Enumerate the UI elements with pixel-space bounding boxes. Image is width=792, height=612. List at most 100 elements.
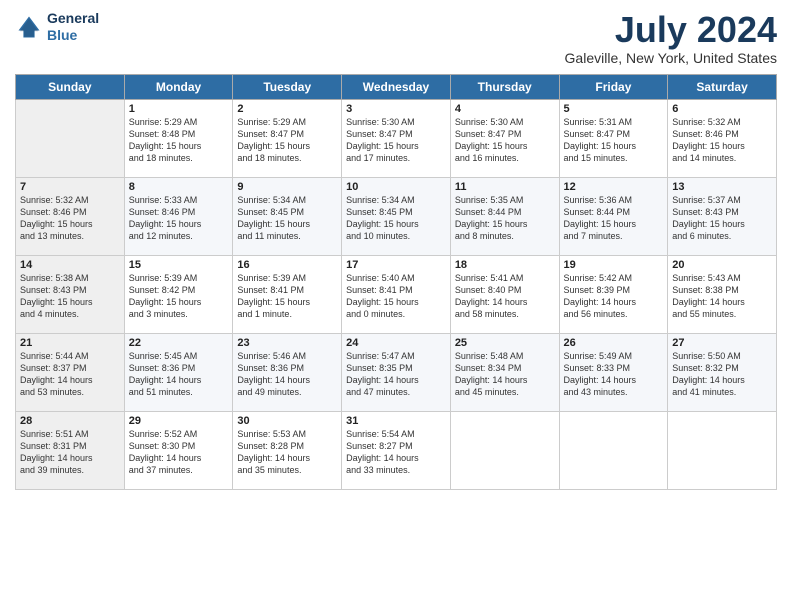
calendar-week-row: 14Sunrise: 5:38 AM Sunset: 8:43 PM Dayli… bbox=[16, 255, 777, 333]
day-info: Sunrise: 5:46 AM Sunset: 8:36 PM Dayligh… bbox=[237, 350, 337, 399]
day-info: Sunrise: 5:42 AM Sunset: 8:39 PM Dayligh… bbox=[564, 272, 664, 321]
calendar-header-row: Sunday Monday Tuesday Wednesday Thursday… bbox=[16, 74, 777, 99]
calendar-day-cell: 15Sunrise: 5:39 AM Sunset: 8:42 PM Dayli… bbox=[124, 255, 233, 333]
calendar-day-cell bbox=[559, 411, 668, 489]
calendar-day-cell: 6Sunrise: 5:32 AM Sunset: 8:46 PM Daylig… bbox=[668, 99, 777, 177]
calendar-day-cell: 13Sunrise: 5:37 AM Sunset: 8:43 PM Dayli… bbox=[668, 177, 777, 255]
logo-text: General Blue bbox=[47, 10, 99, 44]
day-number: 8 bbox=[129, 181, 229, 193]
calendar-week-row: 21Sunrise: 5:44 AM Sunset: 8:37 PM Dayli… bbox=[16, 333, 777, 411]
day-info: Sunrise: 5:47 AM Sunset: 8:35 PM Dayligh… bbox=[346, 350, 446, 399]
calendar-day-cell: 14Sunrise: 5:38 AM Sunset: 8:43 PM Dayli… bbox=[16, 255, 125, 333]
logo: General Blue bbox=[15, 10, 99, 44]
day-number: 15 bbox=[129, 259, 229, 271]
day-number: 21 bbox=[20, 337, 120, 349]
day-number: 6 bbox=[672, 103, 772, 115]
day-number: 5 bbox=[564, 103, 664, 115]
calendar-day-cell: 18Sunrise: 5:41 AM Sunset: 8:40 PM Dayli… bbox=[450, 255, 559, 333]
day-info: Sunrise: 5:31 AM Sunset: 8:47 PM Dayligh… bbox=[564, 116, 664, 165]
calendar-week-row: 1Sunrise: 5:29 AM Sunset: 8:48 PM Daylig… bbox=[16, 99, 777, 177]
day-number: 13 bbox=[672, 181, 772, 193]
location-title: Galeville, New York, United States bbox=[565, 50, 777, 66]
day-number: 18 bbox=[455, 259, 555, 271]
col-monday: Monday bbox=[124, 74, 233, 99]
day-number: 20 bbox=[672, 259, 772, 271]
calendar-day-cell: 7Sunrise: 5:32 AM Sunset: 8:46 PM Daylig… bbox=[16, 177, 125, 255]
day-info: Sunrise: 5:50 AM Sunset: 8:32 PM Dayligh… bbox=[672, 350, 772, 399]
calendar-day-cell: 5Sunrise: 5:31 AM Sunset: 8:47 PM Daylig… bbox=[559, 99, 668, 177]
day-info: Sunrise: 5:29 AM Sunset: 8:48 PM Dayligh… bbox=[129, 116, 229, 165]
calendar-day-cell: 30Sunrise: 5:53 AM Sunset: 8:28 PM Dayli… bbox=[233, 411, 342, 489]
header: General Blue July 2024 Galeville, New Yo… bbox=[15, 10, 777, 66]
day-number: 11 bbox=[455, 181, 555, 193]
day-info: Sunrise: 5:32 AM Sunset: 8:46 PM Dayligh… bbox=[20, 194, 120, 243]
day-info: Sunrise: 5:38 AM Sunset: 8:43 PM Dayligh… bbox=[20, 272, 120, 321]
day-number: 31 bbox=[346, 415, 446, 427]
day-info: Sunrise: 5:29 AM Sunset: 8:47 PM Dayligh… bbox=[237, 116, 337, 165]
day-number: 9 bbox=[237, 181, 337, 193]
day-number: 29 bbox=[129, 415, 229, 427]
day-number: 16 bbox=[237, 259, 337, 271]
day-info: Sunrise: 5:43 AM Sunset: 8:38 PM Dayligh… bbox=[672, 272, 772, 321]
day-number: 26 bbox=[564, 337, 664, 349]
day-info: Sunrise: 5:35 AM Sunset: 8:44 PM Dayligh… bbox=[455, 194, 555, 243]
day-info: Sunrise: 5:37 AM Sunset: 8:43 PM Dayligh… bbox=[672, 194, 772, 243]
month-title: July 2024 bbox=[565, 10, 777, 50]
calendar-day-cell: 31Sunrise: 5:54 AM Sunset: 8:27 PM Dayli… bbox=[342, 411, 451, 489]
day-info: Sunrise: 5:45 AM Sunset: 8:36 PM Dayligh… bbox=[129, 350, 229, 399]
calendar-day-cell: 10Sunrise: 5:34 AM Sunset: 8:45 PM Dayli… bbox=[342, 177, 451, 255]
calendar-day-cell bbox=[16, 99, 125, 177]
day-info: Sunrise: 5:36 AM Sunset: 8:44 PM Dayligh… bbox=[564, 194, 664, 243]
day-number: 1 bbox=[129, 103, 229, 115]
day-number: 25 bbox=[455, 337, 555, 349]
calendar-day-cell: 3Sunrise: 5:30 AM Sunset: 8:47 PM Daylig… bbox=[342, 99, 451, 177]
day-info: Sunrise: 5:44 AM Sunset: 8:37 PM Dayligh… bbox=[20, 350, 120, 399]
logo-icon bbox=[15, 13, 43, 41]
day-info: Sunrise: 5:48 AM Sunset: 8:34 PM Dayligh… bbox=[455, 350, 555, 399]
calendar-day-cell: 29Sunrise: 5:52 AM Sunset: 8:30 PM Dayli… bbox=[124, 411, 233, 489]
day-number: 23 bbox=[237, 337, 337, 349]
calendar-day-cell: 28Sunrise: 5:51 AM Sunset: 8:31 PM Dayli… bbox=[16, 411, 125, 489]
day-number: 7 bbox=[20, 181, 120, 193]
day-number: 12 bbox=[564, 181, 664, 193]
day-number: 28 bbox=[20, 415, 120, 427]
calendar-day-cell: 20Sunrise: 5:43 AM Sunset: 8:38 PM Dayli… bbox=[668, 255, 777, 333]
day-info: Sunrise: 5:52 AM Sunset: 8:30 PM Dayligh… bbox=[129, 428, 229, 477]
col-thursday: Thursday bbox=[450, 74, 559, 99]
calendar-day-cell: 22Sunrise: 5:45 AM Sunset: 8:36 PM Dayli… bbox=[124, 333, 233, 411]
day-number: 3 bbox=[346, 103, 446, 115]
page: General Blue July 2024 Galeville, New Yo… bbox=[0, 0, 792, 612]
day-number: 19 bbox=[564, 259, 664, 271]
day-info: Sunrise: 5:40 AM Sunset: 8:41 PM Dayligh… bbox=[346, 272, 446, 321]
col-friday: Friday bbox=[559, 74, 668, 99]
day-number: 4 bbox=[455, 103, 555, 115]
calendar-day-cell: 1Sunrise: 5:29 AM Sunset: 8:48 PM Daylig… bbox=[124, 99, 233, 177]
day-info: Sunrise: 5:30 AM Sunset: 8:47 PM Dayligh… bbox=[455, 116, 555, 165]
day-number: 14 bbox=[20, 259, 120, 271]
col-saturday: Saturday bbox=[668, 74, 777, 99]
calendar-day-cell: 16Sunrise: 5:39 AM Sunset: 8:41 PM Dayli… bbox=[233, 255, 342, 333]
calendar-day-cell bbox=[668, 411, 777, 489]
calendar-day-cell bbox=[450, 411, 559, 489]
col-wednesday: Wednesday bbox=[342, 74, 451, 99]
calendar-table: Sunday Monday Tuesday Wednesday Thursday… bbox=[15, 74, 777, 490]
day-number: 22 bbox=[129, 337, 229, 349]
day-info: Sunrise: 5:39 AM Sunset: 8:41 PM Dayligh… bbox=[237, 272, 337, 321]
col-sunday: Sunday bbox=[16, 74, 125, 99]
day-number: 17 bbox=[346, 259, 446, 271]
day-info: Sunrise: 5:41 AM Sunset: 8:40 PM Dayligh… bbox=[455, 272, 555, 321]
calendar-day-cell: 27Sunrise: 5:50 AM Sunset: 8:32 PM Dayli… bbox=[668, 333, 777, 411]
day-number: 2 bbox=[237, 103, 337, 115]
title-block: July 2024 Galeville, New York, United St… bbox=[565, 10, 777, 66]
calendar-day-cell: 12Sunrise: 5:36 AM Sunset: 8:44 PM Dayli… bbox=[559, 177, 668, 255]
calendar-day-cell: 8Sunrise: 5:33 AM Sunset: 8:46 PM Daylig… bbox=[124, 177, 233, 255]
day-info: Sunrise: 5:51 AM Sunset: 8:31 PM Dayligh… bbox=[20, 428, 120, 477]
day-info: Sunrise: 5:34 AM Sunset: 8:45 PM Dayligh… bbox=[237, 194, 337, 243]
calendar-day-cell: 25Sunrise: 5:48 AM Sunset: 8:34 PM Dayli… bbox=[450, 333, 559, 411]
calendar-day-cell: 4Sunrise: 5:30 AM Sunset: 8:47 PM Daylig… bbox=[450, 99, 559, 177]
day-info: Sunrise: 5:49 AM Sunset: 8:33 PM Dayligh… bbox=[564, 350, 664, 399]
calendar-day-cell: 11Sunrise: 5:35 AM Sunset: 8:44 PM Dayli… bbox=[450, 177, 559, 255]
day-number: 24 bbox=[346, 337, 446, 349]
day-info: Sunrise: 5:32 AM Sunset: 8:46 PM Dayligh… bbox=[672, 116, 772, 165]
calendar-day-cell: 24Sunrise: 5:47 AM Sunset: 8:35 PM Dayli… bbox=[342, 333, 451, 411]
